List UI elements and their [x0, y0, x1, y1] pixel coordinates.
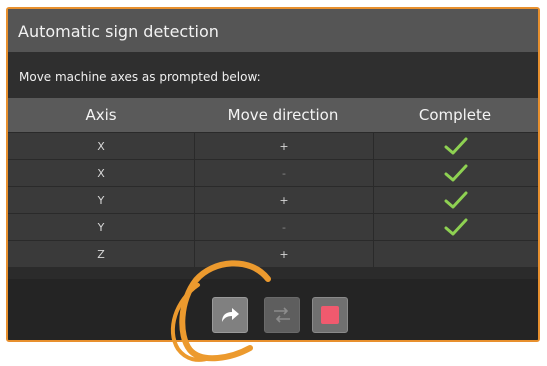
- instruction-text: Move machine axes as prompted below:: [8, 52, 538, 98]
- table-row: Y -: [8, 213, 538, 240]
- stop-square-icon: [321, 306, 339, 324]
- checkmark-icon: [444, 164, 468, 182]
- action-toolbar: [8, 279, 538, 340]
- sign-detection-dialog: Automatic sign detection Move machine ax…: [6, 7, 540, 342]
- complete-cell: [373, 214, 538, 240]
- table-row: X +: [8, 132, 538, 159]
- axis-table: Axis Move direction Complete X + X - Y +: [8, 98, 538, 267]
- direction-cell: -: [194, 214, 373, 240]
- axis-cell: X: [97, 166, 105, 180]
- complete-cell: [373, 133, 538, 159]
- direction-cell: +: [194, 133, 373, 159]
- table-row: X -: [8, 159, 538, 186]
- complete-cell: [373, 241, 538, 267]
- axis-cell: X: [97, 139, 105, 153]
- swap-button[interactable]: [264, 297, 300, 333]
- direction-value: -: [282, 220, 286, 234]
- table-row: Y +: [8, 186, 538, 213]
- checkmark-icon: [444, 218, 468, 236]
- direction-cell: +: [194, 241, 373, 267]
- checkmark-icon: [444, 191, 468, 209]
- table-header: Axis Move direction Complete: [8, 98, 538, 132]
- direction-cell: -: [194, 160, 373, 186]
- dialog-title: Automatic sign detection: [8, 9, 538, 52]
- header-complete: Complete: [418, 106, 492, 124]
- complete-cell: [373, 187, 538, 213]
- next-button[interactable]: [212, 297, 248, 333]
- header-axis: Axis: [85, 106, 117, 124]
- header-move-direction: Move direction: [227, 106, 339, 124]
- axis-cell: Z: [97, 247, 105, 261]
- checkmark-icon: [444, 137, 468, 155]
- axis-cell: Y: [97, 193, 105, 207]
- complete-cell: [373, 160, 538, 186]
- axis-cell: Y: [97, 220, 105, 234]
- share-arrow-icon: [222, 308, 239, 322]
- table-row: Z +: [8, 240, 538, 267]
- direction-cell: +: [194, 187, 373, 213]
- swap-arrows-icon: [274, 307, 290, 323]
- direction-value: -: [282, 166, 286, 180]
- stop-button[interactable]: [312, 297, 348, 333]
